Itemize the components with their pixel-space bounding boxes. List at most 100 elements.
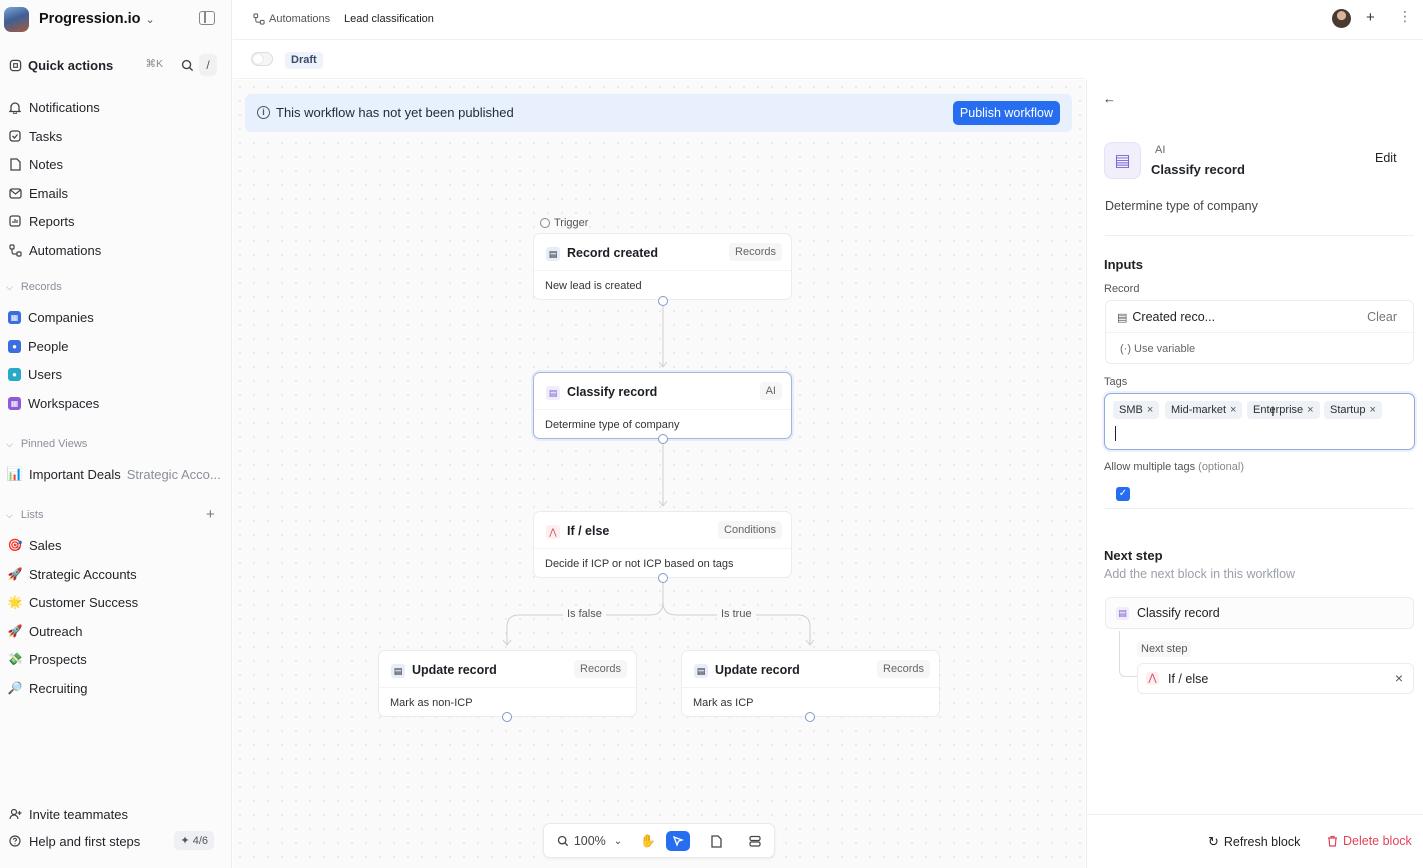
search-icon xyxy=(181,59,193,71)
panel-footer-divider xyxy=(1087,814,1423,815)
branch-icon: ⋀ xyxy=(1146,672,1159,685)
nav-label: Notifications xyxy=(29,99,100,115)
tag-label: Enterprise xyxy=(1253,404,1304,416)
tag-chip[interactable]: Startup × xyxy=(1324,401,1382,419)
workspace-switcher[interactable]: Progression.io ⌄ xyxy=(4,5,155,33)
record-value-text: Created reco... xyxy=(1132,310,1216,324)
use-variable-button[interactable]: (·) Use variable xyxy=(1120,343,1195,355)
node-classify-record[interactable]: ▤ Classify record AI Determine type of c… xyxy=(533,372,792,439)
pinned-view-important-deals[interactable]: 📊 Important Deals Strategic Acco... xyxy=(4,462,224,486)
branch-label-false: Is false xyxy=(563,608,606,620)
help-first-steps-button[interactable]: Help and first steps ✦ 4/6 xyxy=(4,829,224,853)
list-item-strategic-accounts[interactable]: 🚀 Strategic Accounts xyxy=(4,562,224,586)
tag-chip[interactable]: Mid-market × xyxy=(1165,401,1243,419)
zoom-control[interactable]: 100% ⌄ xyxy=(552,831,627,851)
records-section-header[interactable]: ⌵ Records xyxy=(6,281,62,293)
note-tool-button[interactable] xyxy=(704,831,728,851)
clear-button[interactable]: Clear xyxy=(1367,310,1397,324)
node-title: If / else xyxy=(567,524,610,538)
emoji-icon: 🌟 xyxy=(7,595,23,609)
nav-label: Automations xyxy=(29,242,102,258)
select-tool-button[interactable] xyxy=(666,831,690,851)
nav-automations[interactable]: Automations xyxy=(4,238,224,262)
list-label: Sales xyxy=(29,537,62,553)
automation-icon xyxy=(253,13,265,25)
allow-multiple-checkbox[interactable]: ✓ xyxy=(1116,487,1130,501)
delete-block-button[interactable]: Delete block xyxy=(1327,834,1412,848)
variable-icon: (·) xyxy=(1120,343,1131,355)
quick-actions-shortcut: ⌘K xyxy=(145,58,163,70)
breadcrumb-current: Lead classification xyxy=(344,13,434,25)
next-block-card[interactable]: ▤ Classify record xyxy=(1105,597,1414,629)
nav-reports[interactable]: Reports xyxy=(4,209,224,233)
invite-teammates-button[interactable]: Invite teammates xyxy=(4,802,224,826)
list-item-sales[interactable]: 🎯 Sales xyxy=(4,533,224,557)
chevron-down-icon: ⌵ xyxy=(6,281,13,292)
node-description: Mark as ICP xyxy=(693,697,754,709)
nav-notifications[interactable]: Notifications xyxy=(4,95,224,119)
node-record-created[interactable]: ▤ Record created Records New lead is cre… xyxy=(533,233,792,300)
activate-toggle[interactable] xyxy=(251,52,273,66)
list-item-outreach[interactable]: 🚀 Outreach xyxy=(4,619,224,643)
node-output-port[interactable] xyxy=(658,296,668,306)
sidebar-item-label: Companies xyxy=(28,309,94,325)
avatar[interactable] xyxy=(1332,9,1351,28)
list-item-recruiting[interactable]: 🔎 Recruiting xyxy=(4,676,224,700)
node-output-port[interactable] xyxy=(502,712,512,722)
node-output-port[interactable] xyxy=(658,573,668,583)
list-item-customer-success[interactable]: 🌟 Customer Success xyxy=(4,590,224,614)
sidebar-item-people[interactable]: ● People xyxy=(4,334,224,358)
breadcrumb-parent-label: Automations xyxy=(269,13,331,25)
refresh-block-button[interactable]: ↻ Refresh block xyxy=(1208,834,1300,850)
node-output-port[interactable] xyxy=(805,712,815,722)
tag-label: SMB xyxy=(1119,404,1143,416)
tag-chip[interactable]: Enterprise × xyxy=(1247,401,1320,419)
layout-tool-button[interactable] xyxy=(743,831,767,851)
remove-tag-icon[interactable]: × xyxy=(1230,404,1236,416)
back-arrow-icon[interactable]: ← xyxy=(1103,91,1116,106)
record-icon: ▤ xyxy=(391,664,405,678)
command-icon xyxy=(9,59,22,71)
trigger-label: Trigger xyxy=(540,217,588,229)
node-output-port[interactable] xyxy=(658,434,668,444)
quick-actions-button[interactable]: Quick actions ⌘K xyxy=(4,52,169,78)
pinned-section-header[interactable]: ⌵ Pinned Views xyxy=(6,438,87,450)
sidebar-item-users[interactable]: ● Users xyxy=(4,362,224,386)
pan-tool-button[interactable]: ✋ xyxy=(636,831,660,851)
sidebar-toggle-icon[interactable] xyxy=(199,11,215,25)
nav-notes[interactable]: Notes xyxy=(4,152,224,176)
node-tag: Records xyxy=(729,243,782,261)
remove-tag-icon[interactable]: × xyxy=(1369,404,1375,416)
pinned-sub-label: Strategic Acco... xyxy=(126,466,221,482)
plus-icon[interactable]: + xyxy=(1366,9,1375,26)
node-update-record-false[interactable]: ▤ Update record Records Mark as non-ICP xyxy=(378,650,637,717)
node-description: Decide if ICP or not ICP based on tags xyxy=(545,558,734,570)
nav-emails[interactable]: Emails xyxy=(4,181,224,205)
remove-tag-icon[interactable]: × xyxy=(1307,404,1313,416)
layout-icon xyxy=(749,835,761,847)
block-title: Classify record xyxy=(1151,162,1245,177)
search-button[interactable] xyxy=(176,54,198,76)
refresh-label: Refresh block xyxy=(1223,835,1301,849)
close-icon[interactable]: × xyxy=(1395,670,1403,686)
breadcrumb-parent[interactable]: Automations xyxy=(253,13,330,25)
nested-next-block-card[interactable]: ⋀ If / else × xyxy=(1137,663,1414,694)
node-tag: Conditions xyxy=(718,521,782,539)
list-item-prospects[interactable]: 💸 Prospects xyxy=(4,647,224,671)
more-vertical-icon[interactable]: ⋮ xyxy=(1398,8,1412,25)
sidebar-item-workspaces[interactable]: ▦ Workspaces xyxy=(4,391,224,415)
sidebar-item-label: People xyxy=(28,338,69,354)
lists-section-header[interactable]: ⌵ Lists xyxy=(6,509,43,521)
nav-tasks[interactable]: Tasks xyxy=(4,124,224,148)
node-if-else[interactable]: ⋀ If / else Conditions Decide if ICP or … xyxy=(533,511,792,578)
add-list-icon[interactable]: + xyxy=(206,506,215,523)
edit-button[interactable]: Edit xyxy=(1375,151,1397,165)
node-update-record-true[interactable]: ▤ Update record Records Mark as ICP xyxy=(681,650,940,717)
tags-input[interactable]: SMB × Mid-market × Enterprise × Startup × xyxy=(1104,393,1415,450)
record-field[interactable]: ▤ Created reco... Clear (·) Use variable xyxy=(1105,300,1414,364)
sidebar-item-companies[interactable]: ▦ Companies xyxy=(4,305,224,329)
workflow-canvas[interactable]: i This workflow has not yet been publish… xyxy=(233,80,1085,868)
remove-tag-icon[interactable]: × xyxy=(1147,404,1153,416)
tag-chip[interactable]: SMB × xyxy=(1113,401,1160,419)
emoji-icon: 🚀 xyxy=(7,624,23,638)
